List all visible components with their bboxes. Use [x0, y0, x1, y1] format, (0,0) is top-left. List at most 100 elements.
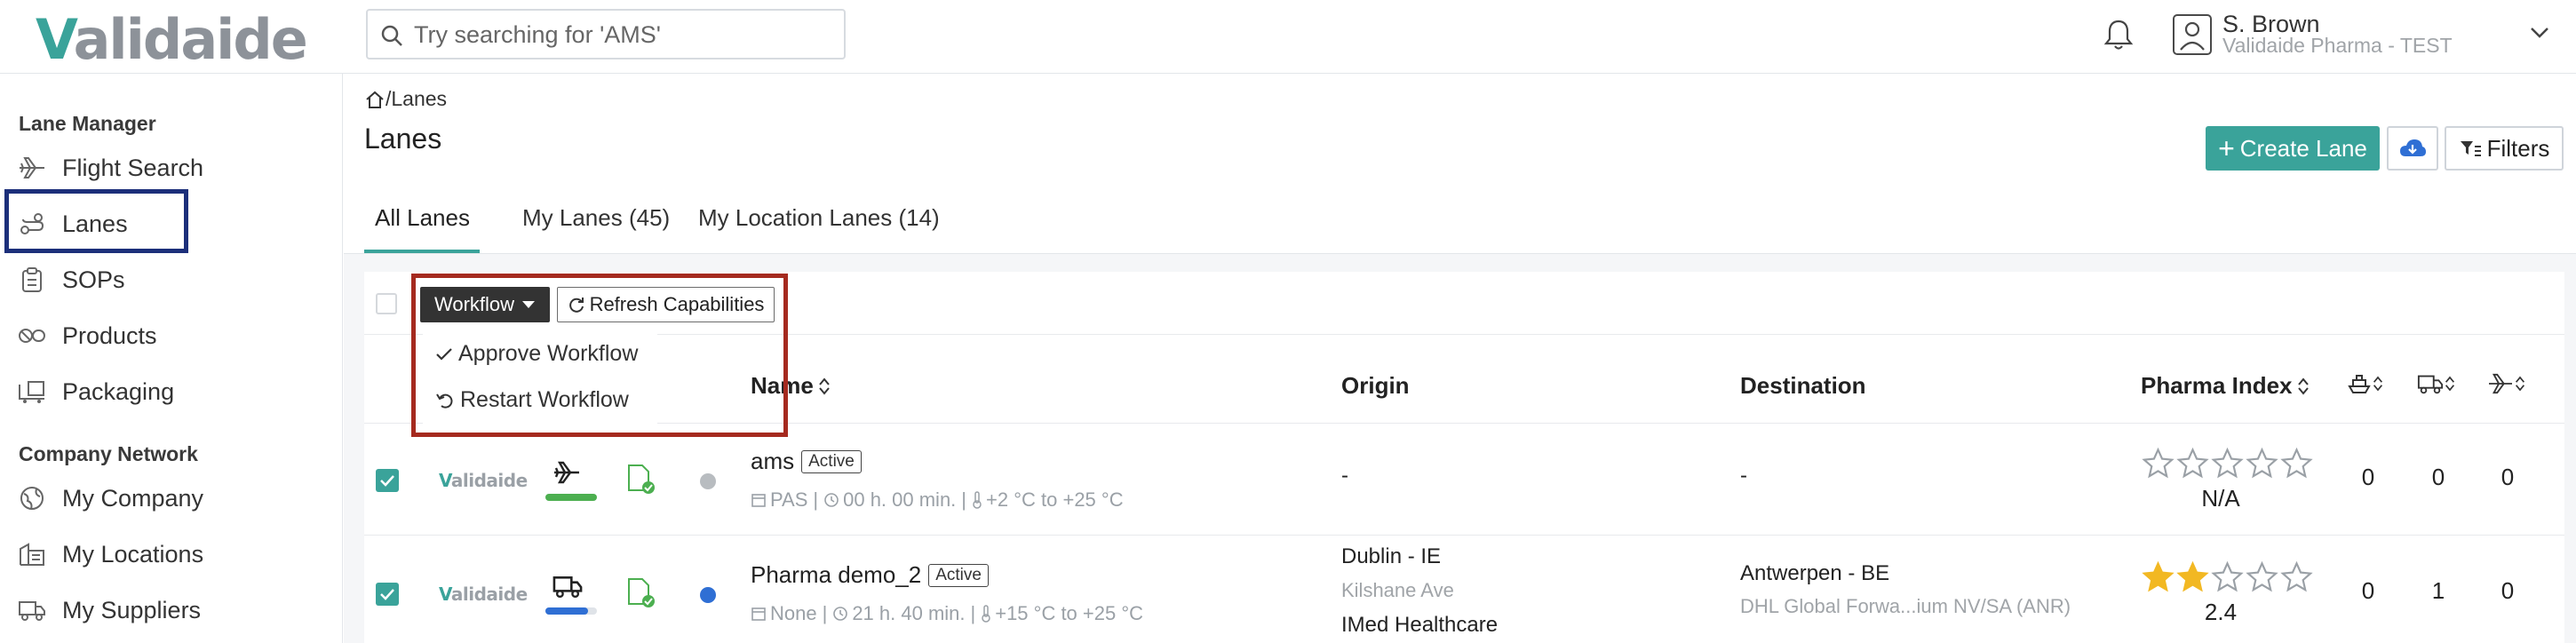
- meta-separator: |: [961, 488, 967, 511]
- status-badge: Active: [801, 449, 862, 473]
- rating-stars: [2141, 448, 2314, 480]
- star-empty-icon: [2246, 448, 2278, 479]
- origin-city: -: [1341, 464, 1348, 488]
- filter-icon: [2460, 141, 2481, 156]
- breadcrumb: / Lanes: [364, 87, 447, 111]
- meta-separator: |: [822, 602, 828, 624]
- sidebar-item-my-suppliers[interactable]: My Suppliers: [18, 589, 201, 631]
- sort-icon: [2373, 376, 2383, 392]
- plane-count: 0: [2500, 577, 2515, 604]
- rating-stars: [2141, 561, 2314, 593]
- home-icon[interactable]: [364, 90, 386, 109]
- sort-icon: [819, 377, 830, 395]
- star-empty-icon: [2280, 561, 2313, 592]
- ship-icon: [2348, 375, 2371, 393]
- lane-name: Pharma demo_2: [751, 561, 922, 588]
- search-box[interactable]: [366, 9, 846, 60]
- tab-my-location-lanes[interactable]: My Location Lanes (14): [698, 204, 940, 232]
- lane-temperature: +2 °C to +25 °C: [986, 488, 1124, 511]
- building-icon: [18, 540, 46, 568]
- thermometer-icon: [973, 491, 982, 509]
- meta-separator: |: [970, 602, 976, 624]
- chevron-down-icon[interactable]: [2530, 27, 2549, 39]
- truck-count: 1: [2431, 577, 2445, 604]
- sidebar: Lane Manager Flight Search Lanes SOPs Pr…: [0, 74, 343, 643]
- lane-name-link[interactable]: Pharma demo_2 Active: [751, 561, 989, 589]
- lane-meta: PAS | 00 h. 00 min. | +2 °C to +25 °C: [751, 488, 1124, 512]
- lane-temperature: +15 °C to +25 °C: [995, 602, 1144, 624]
- star-filled-icon: [2176, 561, 2209, 592]
- sidebar-item-products[interactable]: Products: [18, 314, 157, 357]
- clock-icon: [833, 607, 848, 621]
- star-empty-icon: [2176, 448, 2209, 479]
- truck-count: 0: [2431, 464, 2445, 490]
- sidebar-item-my-company[interactable]: My Company: [18, 477, 203, 520]
- sidebar-item-packaging[interactable]: Packaging: [18, 370, 174, 413]
- sort-icon: [2297, 377, 2309, 395]
- star-empty-icon: [2280, 448, 2313, 479]
- bell-icon[interactable]: [2103, 18, 2134, 52]
- column-origin[interactable]: Origin: [1341, 372, 1410, 400]
- nav-active-highlight: [4, 189, 188, 253]
- search-input[interactable]: [414, 16, 831, 53]
- transport-progress-bar: [545, 494, 597, 501]
- sidebar-item-label: My Company: [62, 484, 204, 512]
- filters-label: Filters: [2486, 134, 2550, 162]
- company-logo: Validaide: [439, 583, 528, 605]
- lane-meta: None | 21 h. 40 min. | +15 °C to +25 °C: [751, 602, 1143, 625]
- plane-count: 0: [2500, 464, 2515, 490]
- row-checkbox[interactable]: [376, 583, 399, 606]
- destination-city: Antwerpen - BE: [1740, 561, 1890, 585]
- column-plane[interactable]: [2487, 372, 2526, 395]
- plane-icon: [2489, 373, 2512, 394]
- column-pharma-index[interactable]: Pharma Index: [2141, 372, 2310, 400]
- star-empty-icon: [2211, 561, 2244, 592]
- lane-duration: 21 h. 40 min.: [852, 602, 966, 624]
- status-badge: Active: [928, 563, 989, 587]
- lane-name-link[interactable]: ams Active: [751, 448, 862, 475]
- pallet-icon: [18, 377, 46, 406]
- row-checkbox[interactable]: [376, 469, 399, 492]
- file-check-icon[interactable]: [626, 464, 656, 496]
- logo-text: alidaide: [73, 7, 308, 72]
- create-lane-label: Create Lane: [2239, 134, 2367, 162]
- star-filled-icon: [2142, 561, 2174, 592]
- app-logo[interactable]: Validaide: [36, 7, 308, 72]
- column-ship[interactable]: [2347, 372, 2384, 395]
- column-truck[interactable]: [2417, 372, 2456, 395]
- lane-name: ams: [751, 448, 795, 474]
- check-icon: [380, 475, 394, 487]
- ship-count: 0: [2361, 577, 2375, 604]
- destination-company: DHL Global Forwa...ium NV/SA (ANR): [1740, 595, 2071, 617]
- column-destination[interactable]: Destination: [1740, 372, 1866, 400]
- user-icon: [2180, 21, 2205, 51]
- pharma-index-value: N/A: [2201, 485, 2240, 512]
- breadcrumb-current[interactable]: Lanes: [391, 87, 447, 111]
- download-button[interactable]: [2387, 126, 2438, 171]
- status-dot: [700, 473, 716, 489]
- plane-icon: [554, 461, 579, 484]
- sidebar-item-flight-search[interactable]: Flight Search: [18, 147, 203, 189]
- origin-street: Kilshane Ave: [1341, 579, 1454, 601]
- sidebar-item-label: Flight Search: [62, 154, 204, 181]
- sidebar-item-label: SOPs: [62, 266, 125, 293]
- avatar[interactable]: [2173, 14, 2212, 55]
- star-empty-icon: [2211, 448, 2244, 479]
- truck-icon: [553, 576, 583, 599]
- sort-icon: [2445, 376, 2455, 392]
- star-empty-icon: [2142, 448, 2174, 479]
- file-check-icon[interactable]: [626, 577, 656, 609]
- destination-city: -: [1740, 464, 1747, 488]
- select-all-checkbox[interactable]: [376, 293, 397, 314]
- origin-city: Dublin - IE: [1341, 544, 1442, 568]
- tab-my-lanes[interactable]: My Lanes (45): [522, 204, 670, 232]
- pharma-index-value: 2.4: [2204, 599, 2238, 625]
- tab-all-lanes[interactable]: All Lanes: [375, 204, 470, 232]
- sidebar-item-sops[interactable]: SOPs: [18, 258, 125, 301]
- filters-button[interactable]: Filters: [2445, 126, 2564, 171]
- create-lane-button[interactable]: + Create Lane: [2206, 126, 2380, 171]
- search-icon: [381, 25, 402, 46]
- sort-icon: [2515, 376, 2525, 392]
- sidebar-item-my-locations[interactable]: My Locations: [18, 533, 203, 576]
- section-company-network: Company Network: [19, 442, 198, 465]
